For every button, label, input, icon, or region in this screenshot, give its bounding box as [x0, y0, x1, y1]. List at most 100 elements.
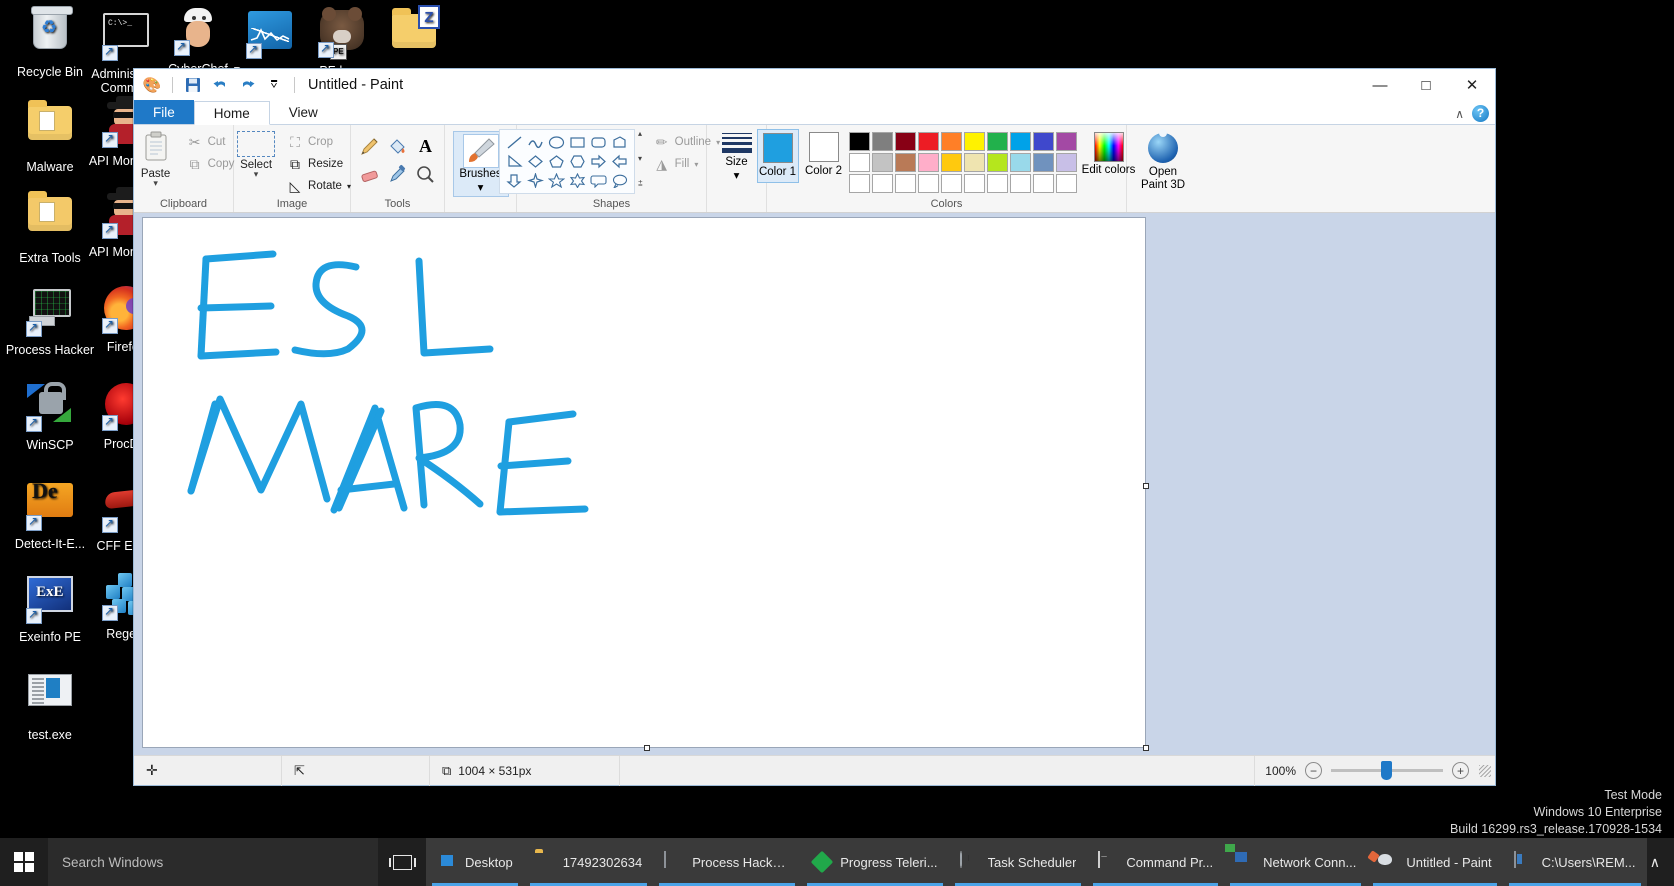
palette-swatch-r3-c5[interactable]	[941, 174, 962, 193]
shape-rounded-callout[interactable]	[588, 171, 609, 190]
palette-swatch-r1-c3[interactable]	[895, 132, 916, 151]
palette-swatch-r1-c8[interactable]	[1010, 132, 1031, 151]
shape-oval[interactable]	[546, 133, 567, 152]
palette-swatch-r3-c10[interactable]	[1056, 174, 1077, 193]
magnifier-tool[interactable]	[413, 161, 439, 187]
scroll-down-icon[interactable]: ▾	[638, 154, 643, 163]
color-1-button[interactable]: Color 1	[757, 129, 799, 183]
taskbar[interactable]: Search Windows Desktop 17492302634 Proce…	[0, 838, 1674, 886]
chevron-down-icon[interactable]: ▾	[254, 169, 259, 180]
canvas-resize-handle-right[interactable]	[1143, 483, 1149, 489]
palette-swatch-r3-c4[interactable]	[918, 174, 939, 193]
desktop-icon-test-exe[interactable]: test.exe	[2, 666, 98, 742]
shape-polygon[interactable]	[609, 133, 630, 152]
shape-diamond[interactable]	[525, 152, 546, 171]
paint-canvas[interactable]	[142, 217, 1146, 748]
shape-four-point-star[interactable]	[525, 171, 546, 190]
tab-home[interactable]: Home	[194, 101, 270, 125]
chevron-down-icon[interactable]: ▾	[478, 180, 484, 194]
palette-swatch-r2-c3[interactable]	[895, 153, 916, 172]
zoom-out-button[interactable]: −	[1305, 762, 1322, 779]
shape-curve[interactable]	[525, 133, 546, 152]
size-button[interactable]: Size ▾	[713, 129, 761, 182]
palette-swatch-r3-c9[interactable]	[1033, 174, 1054, 193]
shape-line[interactable]	[504, 133, 525, 152]
shape-left-arrow[interactable]	[609, 152, 630, 171]
window-controls[interactable]: — □ ✕	[1357, 69, 1495, 101]
palette-swatch-r3-c6[interactable]	[964, 174, 985, 193]
start-button[interactable]	[0, 838, 48, 886]
shape-rounded-rectangle[interactable]	[588, 133, 609, 152]
taskbar-item-17492302634[interactable]: 17492302634	[524, 838, 654, 886]
taskbar-item-explorer[interactable]: C:\Users\REM...	[1503, 838, 1647, 886]
save-icon[interactable]	[183, 75, 203, 95]
open-paint-3d-button[interactable]: Open Paint 3D	[1132, 133, 1194, 192]
taskbar-item-untitled-paint[interactable]: Untitled - Paint	[1367, 838, 1502, 886]
shape-right-arrow[interactable]	[588, 152, 609, 171]
paint-window[interactable]: 🎨 ⩢ Untitled - Paint — □ ✕ File Home Vie…	[133, 68, 1496, 786]
pencil-tool[interactable]	[357, 133, 383, 159]
palette-swatch-r1-c4[interactable]	[918, 132, 939, 151]
taskbar-item-network-connections[interactable]: Network Conn...	[1224, 838, 1367, 886]
canvas-resize-handle-bottom[interactable]	[644, 745, 650, 751]
redo-icon[interactable]	[237, 75, 257, 95]
paint-palette-icon[interactable]: 🎨	[142, 75, 162, 95]
shape-down-arrow[interactable]	[504, 171, 525, 190]
shapes-scroll-controls[interactable]: ▴ ▾ ⩲	[635, 129, 646, 189]
palette-swatch-r3-c2[interactable]	[872, 174, 893, 193]
shape-pentagon[interactable]	[546, 152, 567, 171]
palette-swatch-r1-c1[interactable]	[849, 132, 870, 151]
shape-five-point-star[interactable]	[546, 171, 567, 190]
search-input[interactable]: Search Windows	[48, 838, 378, 886]
zoom-controls[interactable]: 100% − +	[1255, 762, 1479, 779]
shape-six-point-star[interactable]	[567, 171, 588, 190]
eraser-tool[interactable]	[357, 161, 383, 187]
maximize-button[interactable]: □	[1403, 69, 1449, 101]
taskbar-item-command-prompt[interactable]: Command Pr...	[1087, 838, 1224, 886]
shapes-gallery[interactable]	[499, 129, 635, 194]
shape-oval-callout[interactable]	[609, 171, 630, 190]
shapes-expand-icon[interactable]: ⩲	[638, 179, 643, 189]
help-icon[interactable]: ?	[1472, 105, 1489, 122]
palette-swatch-r2-c1[interactable]	[849, 153, 870, 172]
shape-hexagon[interactable]	[567, 152, 588, 171]
customize-qat-icon[interactable]: ⩢	[264, 75, 284, 95]
title-bar[interactable]: 🎨 ⩢ Untitled - Paint — □ ✕	[134, 69, 1495, 101]
color-picker-tool[interactable]	[385, 161, 411, 187]
palette-swatch-r3-c8[interactable]	[1010, 174, 1031, 193]
palette-swatch-r2-c4[interactable]	[918, 153, 939, 172]
crop-button[interactable]: ⛶ Crop	[283, 131, 355, 153]
scroll-up-icon[interactable]: ▴	[638, 129, 643, 138]
palette-swatch-r1-c7[interactable]	[987, 132, 1008, 151]
palette-swatch-r2-c9[interactable]	[1033, 153, 1054, 172]
resize-button[interactable]: ⧉ Resize	[283, 153, 355, 175]
tools-grid[interactable]: A	[357, 129, 439, 187]
collapse-ribbon-icon[interactable]: ∧	[1455, 107, 1464, 121]
palette-swatch-r2-c2[interactable]	[872, 153, 893, 172]
system-tray[interactable]: ∧	[1650, 854, 1674, 871]
ribbon-tabs[interactable]: File Home View ∧ ?	[134, 101, 1495, 125]
palette-swatch-r1-c6[interactable]	[964, 132, 985, 151]
palette-swatch-r2-c10[interactable]	[1056, 153, 1077, 172]
minimize-button[interactable]: —	[1357, 69, 1403, 101]
palette-swatch-r1-c5[interactable]	[941, 132, 962, 151]
palette-swatch-r1-c2[interactable]	[872, 132, 893, 151]
select-button[interactable]: Select ▾	[229, 129, 283, 180]
taskbar-item-desktop[interactable]: Desktop	[426, 838, 524, 886]
taskbar-item-process-hacker[interactable]: Process Hacke...	[653, 838, 801, 886]
palette-swatch-r3-c7[interactable]	[987, 174, 1008, 193]
palette-swatch-r1-c10[interactable]	[1056, 132, 1077, 151]
close-button[interactable]: ✕	[1449, 69, 1495, 101]
palette-swatch-r3-c3[interactable]	[895, 174, 916, 193]
canvas-work-area[interactable]	[134, 213, 1495, 755]
resize-grip[interactable]	[1479, 765, 1491, 777]
taskbar-item-task-scheduler[interactable]: Task Scheduler	[949, 838, 1088, 886]
chevron-down-icon[interactable]: ▾	[734, 168, 740, 182]
rotate-button[interactable]: ◺ Rotate ▾	[283, 175, 355, 197]
tab-view[interactable]: View	[270, 100, 337, 124]
shape-rectangle[interactable]	[567, 133, 588, 152]
palette-swatch-r2-c6[interactable]	[964, 153, 985, 172]
zoom-slider-thumb[interactable]	[1381, 761, 1392, 780]
color-2-button[interactable]: Color 2	[803, 129, 845, 181]
canvas-resize-handle-corner[interactable]	[1143, 745, 1149, 751]
